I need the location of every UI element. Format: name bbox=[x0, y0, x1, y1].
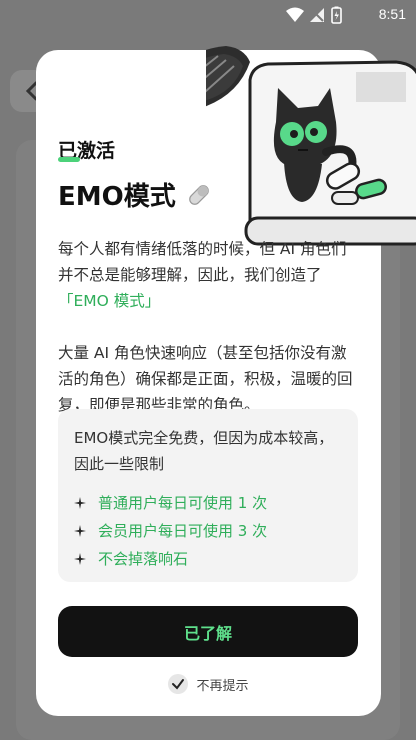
status-underline bbox=[58, 157, 80, 162]
status-icons bbox=[286, 6, 342, 24]
dialog-title: EMO模式 bbox=[58, 176, 212, 213]
status-bar: 8:51 bbox=[0, 0, 416, 30]
limit-item: 会员用户每日可使用 3 次 bbox=[74, 517, 344, 545]
sparkle-icon bbox=[74, 553, 86, 565]
description-paragraph-1: 每个人都有情绪低落的时候，但 AI 角色们并不总是能够理解，因此，我们创造了「E… bbox=[58, 236, 358, 314]
limit-item-text: 不会掉落响石 bbox=[98, 550, 189, 568]
sparkle-icon bbox=[74, 497, 86, 509]
limits-intro: EMO模式完全免费，但因为成本较高，因此一些限制 bbox=[74, 429, 334, 473]
signal-icon bbox=[310, 8, 324, 22]
dont-show-again-label: 不再提示 bbox=[196, 678, 249, 694]
status-time: 8:51 bbox=[378, 6, 406, 22]
battery-icon bbox=[331, 6, 342, 24]
emo-mode-dialog: 已激活 EMO模式 每个人都有情绪低落的时候，但 AI 角色们并不总是能够理解，… bbox=[36, 46, 416, 716]
check-icon bbox=[172, 679, 185, 690]
pill-icon bbox=[188, 184, 209, 205]
dont-show-again-toggle[interactable]: 不再提示 bbox=[36, 672, 381, 696]
dialog-title-text: EMO模式 bbox=[58, 182, 176, 212]
limit-item-text: 普通用户每日可使用 1 次 bbox=[98, 494, 268, 512]
limits-list: 普通用户每日可使用 1 次 会员用户每日可使用 3 次 不会掉落响石 bbox=[74, 489, 344, 573]
limit-item: 普通用户每日可使用 1 次 bbox=[74, 489, 344, 517]
limit-item: 不会掉落响石 bbox=[74, 545, 344, 573]
description-1-text: 每个人都有情绪低落的时候，但 AI 角色们并不总是能够理解，因此，我们创造了 bbox=[58, 240, 347, 284]
cat-in-jar-illustration bbox=[206, 46, 416, 246]
emo-mode-highlight: 「EMO 模式」 bbox=[58, 292, 161, 310]
sparkle-icon bbox=[74, 525, 86, 537]
limit-item-text: 会员用户每日可使用 3 次 bbox=[98, 522, 268, 540]
acknowledge-button[interactable]: 已了解 bbox=[58, 606, 358, 657]
wifi-icon bbox=[286, 7, 304, 22]
jar-lid-icon bbox=[206, 46, 250, 107]
checkbox[interactable] bbox=[168, 674, 189, 694]
usage-limits-box: EMO模式完全免费，但因为成本较高，因此一些限制 普通用户每日可使用 1 次 会… bbox=[58, 409, 358, 582]
